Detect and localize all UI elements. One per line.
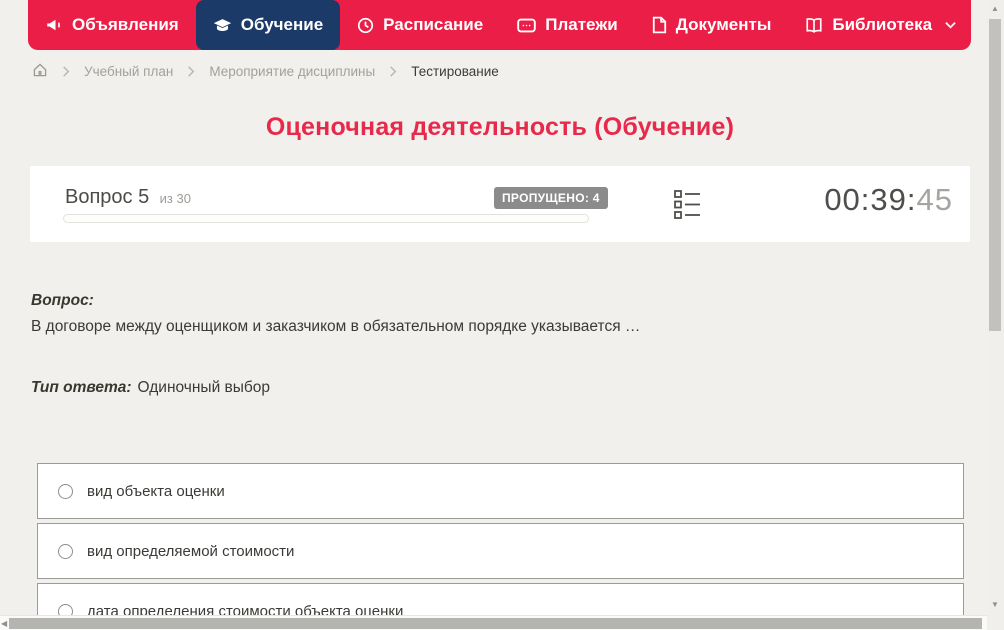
wallet-icon: [517, 18, 536, 33]
book-icon: [805, 17, 823, 34]
radio-icon[interactable]: [58, 483, 73, 499]
nav-item-label: Расписание: [383, 15, 484, 34]
breadcrumb-item-study-plan[interactable]: Учебный план: [84, 64, 173, 79]
answer-option-1[interactable]: вид объекта оценки: [37, 463, 964, 519]
vertical-scrollbar-thumb[interactable]: [989, 19, 1001, 331]
radio-icon[interactable]: [58, 543, 73, 559]
question-label: Вопрос:: [31, 292, 94, 309]
timer: 00:39:45: [824, 182, 953, 218]
scroll-down-icon[interactable]: ▼: [991, 600, 999, 609]
question-header-card: Вопрос 5 из 30 ПРОПУЩЕНО: 4 00:39:45: [30, 166, 970, 242]
answer-option-label: вид определяемой стоимости: [87, 542, 295, 560]
breadcrumb-item-discipline-event[interactable]: Мероприятие дисциплины: [209, 64, 375, 79]
question-list-button[interactable]: [674, 189, 701, 225]
page-title: Оценочная деятельность (Обучение): [265, 113, 735, 141]
progress-bar: [63, 214, 589, 223]
breadcrumb: Учебный план Мероприятие дисциплины Тест…: [32, 62, 499, 81]
megaphone-icon: [45, 16, 63, 34]
answer-option-2[interactable]: вид определяемой стоимости: [37, 523, 964, 579]
nav-item-announcements[interactable]: Объявления: [28, 0, 196, 50]
breadcrumb-item-testing: Тестирование: [411, 64, 499, 79]
question-total: из 30: [159, 191, 191, 206]
scroll-left-icon[interactable]: ◀: [1, 619, 7, 628]
nav-item-schedule[interactable]: Расписание: [340, 0, 500, 50]
nav-item-label: Объявления: [72, 15, 179, 34]
nav-item-documents[interactable]: Документы: [635, 0, 789, 50]
answer-option-label: вид объекта оценки: [87, 482, 225, 500]
graduation-cap-icon: [213, 16, 232, 35]
question-text: В договоре между оценщиком и заказчиком …: [31, 318, 641, 335]
question-progress-title: Вопрос 5 из 30: [65, 186, 191, 209]
chevron-down-icon: [945, 21, 956, 29]
nav-item-label: Документы: [675, 15, 772, 34]
horizontal-scrollbar-thumb[interactable]: [9, 618, 982, 629]
scroll-up-icon[interactable]: ▲: [991, 4, 999, 13]
answer-type-label: Тип ответа:: [31, 379, 132, 396]
chevron-right-icon: [187, 66, 195, 77]
nav-item-payments[interactable]: Платежи: [500, 0, 635, 50]
answer-type-value: Одиночный выбор: [137, 379, 271, 396]
chevron-right-icon: [62, 66, 70, 77]
question-number: Вопрос 5: [65, 186, 150, 208]
checklist-icon: [674, 190, 701, 224]
answer-options: вид объекта оценки вид определяемой стои…: [37, 463, 964, 630]
vertical-scrollbar[interactable]: ▲ ▼: [987, 0, 1004, 615]
home-icon[interactable]: [32, 62, 48, 81]
nav-item-label: Обучение: [240, 15, 324, 34]
clock-icon: [357, 17, 374, 34]
timer-seconds: 45: [916, 182, 953, 217]
nav-item-label: Библиотека: [832, 15, 933, 34]
horizontal-scrollbar[interactable]: ◀ ▶: [0, 615, 1004, 630]
skipped-badge: ПРОПУЩЕНО: 4: [494, 187, 608, 209]
main-navbar: Объявления Обучение Расписание Платежи Д…: [28, 0, 971, 50]
answer-type-row: Тип ответа: Одиночный выбор: [31, 379, 270, 397]
chevron-right-icon: [389, 66, 397, 77]
timer-hours-minutes: 00:39:: [824, 182, 917, 217]
scrollbar-corner: [987, 615, 1004, 630]
nav-item-library[interactable]: Библиотека: [788, 0, 973, 50]
nav-item-education[interactable]: Обучение: [195, 0, 341, 50]
nav-item-label: Платежи: [545, 15, 618, 34]
document-icon: [652, 16, 667, 34]
